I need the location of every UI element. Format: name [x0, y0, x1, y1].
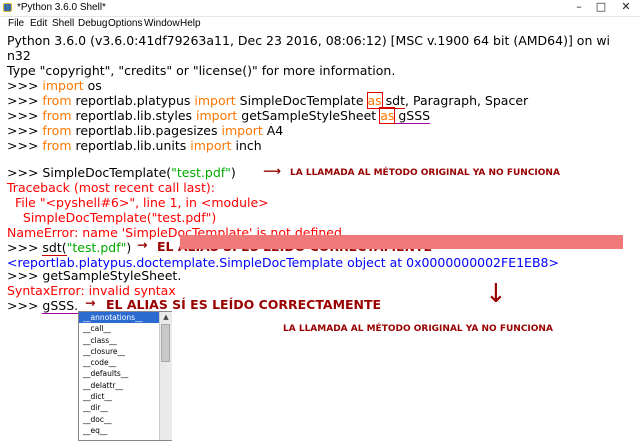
- module-name: os: [83, 78, 102, 93]
- alias-gsss: gSSS: [394, 108, 431, 124]
- code-line-import-platypus: >>> from reportlab.platypus import Simpl…: [7, 92, 529, 109]
- keyword-from: from: [42, 93, 72, 108]
- menu-options[interactable]: Options: [108, 18, 142, 29]
- menu-edit[interactable]: Edit: [30, 18, 47, 29]
- keyword-import: import: [221, 123, 263, 138]
- keyword-from: from: [42, 123, 72, 138]
- code-line-import-styles: >>> from reportlab.lib.styles import get…: [7, 107, 431, 124]
- keyword-as-highlight: as: [379, 107, 396, 124]
- keyword-import: import: [196, 108, 238, 123]
- close-paren: ): [230, 165, 236, 180]
- string-literal: "test.pdf": [66, 240, 127, 255]
- autocomplete-item[interactable]: __eq__: [79, 425, 159, 436]
- autocomplete-item[interactable]: __doc__: [79, 414, 159, 425]
- annotation-arrow: →: [137, 237, 148, 252]
- banner-line-1: Python 3.6.0 (v3.6.0:41df79263a11, Dec 2…: [7, 33, 611, 48]
- menu-bar: File Edit Shell Debug Options Window Hel…: [0, 17, 640, 31]
- annotation-original-fails: LA LLAMADA AL MÉTODO ORIGINAL YA NO FUNC…: [283, 324, 553, 334]
- traceback-line-3: SimpleDocTemplate("test.pdf"): [7, 210, 217, 225]
- window-title: *Python 3.6.0 Shell*: [17, 2, 106, 13]
- keyword-from: from: [42, 138, 72, 153]
- autocomplete-scrollbar[interactable]: ▲: [159, 312, 172, 440]
- code-line-call-getsample: >>> getSampleStyleSheet.: [7, 268, 181, 284]
- autocomplete-popup[interactable]: __annotations__ __call__ __class__ __clo…: [78, 311, 172, 441]
- typed-alias-gsss[interactable]: gSSS.: [42, 298, 79, 314]
- python-app-icon: [3, 3, 12, 12]
- autocomplete-item[interactable]: __dir__: [79, 402, 159, 413]
- scroll-up-icon[interactable]: ▲: [160, 312, 172, 323]
- code-line-import-pagesizes: >>> from reportlab.lib.pagesizes import …: [7, 123, 283, 139]
- autocomplete-item[interactable]: __defaults__: [79, 368, 159, 379]
- close-paren: ): [126, 240, 132, 255]
- prompt: >>>: [7, 93, 43, 108]
- menu-file[interactable]: File: [8, 18, 24, 29]
- code-line-typing-gsss[interactable]: >>> gSSS.: [7, 298, 79, 314]
- code-line-call-original: >>> SimpleDocTemplate("test.pdf"): [7, 165, 236, 181]
- annotation-arrow: ⟶: [263, 163, 281, 178]
- module-name: reportlab.lib.pagesizes: [71, 123, 222, 138]
- imported-name: getSampleStyleSheet: [237, 108, 381, 123]
- autocomplete-item[interactable]: __dict__: [79, 391, 159, 402]
- menu-debug[interactable]: Debug: [78, 18, 107, 29]
- menu-help[interactable]: Help: [180, 18, 201, 29]
- keyword-as-highlight: as: [366, 92, 383, 109]
- annotation-original-fails: LA LLAMADA AL MÉTODO ORIGINAL YA NO FUNC…: [290, 168, 560, 178]
- title-bar: *Python 3.6.0 Shell* – □ ✕: [0, 0, 640, 17]
- menu-shell[interactable]: Shell: [52, 18, 74, 29]
- menu-window[interactable]: Window: [144, 18, 180, 29]
- prompt: >>>: [7, 165, 43, 180]
- banner-line-3: Type "copyright", "credits" or "license(…: [7, 63, 396, 78]
- annotation-alias-ok: EL ALIAS SÍ ES LEÍDO CORRECTAMENTE: [106, 297, 382, 312]
- keyword-import: import: [194, 93, 236, 108]
- alias-sdt: sdt: [381, 93, 406, 109]
- keyword-import: import: [42, 78, 84, 93]
- module-name: reportlab.lib.styles: [71, 108, 197, 123]
- imported-name: A4: [262, 123, 284, 138]
- highlight-bar: [180, 235, 623, 249]
- code-line-call-alias: >>> sdt("test.pdf"): [7, 240, 131, 256]
- autocomplete-item[interactable]: __delattr__: [79, 380, 159, 391]
- function-name: SimpleDocTemplate(: [42, 165, 172, 180]
- prompt: >>>: [7, 108, 43, 123]
- autocomplete-item[interactable]: __code__: [79, 357, 159, 368]
- maximize-button[interactable]: □: [590, 0, 612, 14]
- code-line-import-units: >>> from reportlab.lib.units import inch: [7, 138, 262, 154]
- imported-names: , Paragraph, Spacer: [405, 93, 529, 108]
- module-name: reportlab.lib.units: [71, 138, 191, 153]
- imported-name: SimpleDocTemplate: [235, 93, 368, 108]
- minimize-button[interactable]: –: [568, 0, 590, 14]
- prompt: >>>: [7, 268, 43, 283]
- prompt: >>>: [7, 240, 43, 255]
- keyword-import: import: [190, 138, 232, 153]
- function-name: getSampleStyleSheet.: [42, 268, 182, 283]
- scrollbar-thumb[interactable]: [161, 324, 170, 362]
- prompt: >>>: [7, 123, 43, 138]
- autocomplete-item[interactable]: __annotations__: [79, 312, 159, 324]
- code-line-import-os: >>> import os: [7, 78, 102, 94]
- autocomplete-item[interactable]: __closure__: [79, 346, 159, 357]
- annotation-arrow: →: [85, 295, 96, 310]
- prompt: >>>: [7, 298, 43, 313]
- keyword-from: from: [42, 108, 72, 123]
- arrow-down-icon: ↓: [485, 279, 507, 309]
- traceback-line-2: File "<pyshell#6>", line 1, in <module>: [7, 195, 269, 210]
- autocomplete-list[interactable]: __annotations__ __call__ __class__ __clo…: [79, 312, 159, 440]
- close-button[interactable]: ✕: [612, 0, 640, 14]
- imported-name: inch: [231, 138, 262, 153]
- prompt: >>>: [7, 138, 43, 153]
- function-alias: sdt(: [42, 240, 67, 256]
- string-literal: "test.pdf": [171, 165, 231, 180]
- module-name: reportlab.platypus: [71, 93, 195, 108]
- autocomplete-item[interactable]: __class__: [79, 335, 159, 346]
- autocomplete-item[interactable]: __call__: [79, 323, 159, 334]
- banner-line-2: n32: [7, 48, 31, 63]
- prompt: >>>: [7, 78, 43, 93]
- traceback-line-1: Traceback (most recent call last):: [7, 180, 215, 195]
